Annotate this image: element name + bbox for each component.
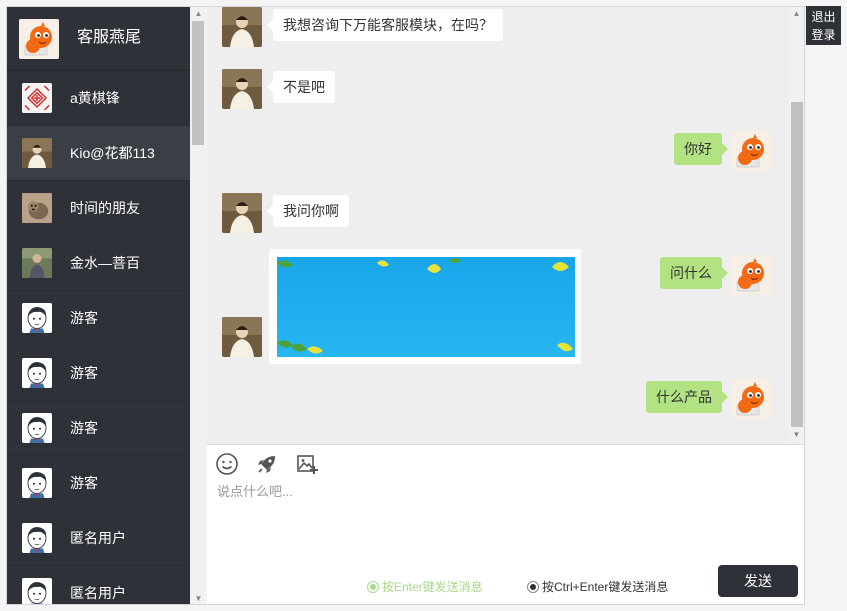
contact-name: 时间的朋友 [70, 200, 140, 216]
messages-scrollbar[interactable]: ▲ ▼ [788, 7, 804, 444]
composer-toolbar [215, 452, 335, 476]
contact-name: a黄棋锋 [70, 90, 120, 106]
my-avatar [731, 131, 771, 171]
message-bubble: 什么产品 [646, 381, 728, 413]
contact-item[interactable]: 游客 [7, 346, 190, 401]
contact-item[interactable]: 时间的朋友 [7, 181, 190, 236]
messages-scroll-thumb[interactable] [791, 102, 803, 427]
contact-item[interactable]: 金水—菩百 [7, 236, 190, 291]
radio-enter-dot [370, 583, 376, 590]
smiley-icon[interactable] [215, 452, 239, 476]
radio-ctrl-enter[interactable] [527, 580, 539, 593]
message-input[interactable] [217, 481, 787, 561]
contact-item[interactable]: a黄棋锋 [7, 71, 190, 126]
sky-leaves-image [277, 257, 575, 357]
contact-name: 匿名用户 [70, 585, 126, 601]
contact-item[interactable]: 游客 [7, 291, 190, 346]
sidebar-scrollbar[interactable]: ▲ ▼ [190, 7, 207, 604]
current-user-avatar [19, 18, 59, 59]
rocket-icon[interactable] [255, 452, 279, 476]
contact-sidebar: 客服燕尾 a黄棋锋 Kio@花都113 时间的朋友 金水—菩百 游客 游客 游客… [7, 7, 190, 604]
contact-item[interactable]: 游客 [7, 401, 190, 456]
contact-name: 游客 [70, 420, 98, 436]
contact-name: 匿名用户 [70, 530, 126, 546]
sender-avatar [222, 69, 262, 109]
contact-name: Kio@花都113 [70, 145, 155, 161]
message-image[interactable] [269, 249, 581, 364]
contact-item[interactable]: 匿名用户 [7, 511, 190, 566]
message-bubble: 不是吧 [267, 71, 335, 103]
sender-avatar [222, 317, 262, 357]
contact-item-active[interactable]: Kio@花都113 [7, 126, 190, 181]
current-user-name: 客服燕尾 [77, 28, 142, 46]
current-user: 客服燕尾 [7, 7, 190, 71]
contact-avatar [22, 468, 52, 498]
my-avatar [731, 255, 771, 295]
logout-button[interactable]: 退出 登录 [806, 6, 841, 45]
radio-enter[interactable] [367, 580, 379, 593]
message-bubble: 我想咨询下万能客服模块，在吗？ [267, 9, 503, 41]
scroll-up-icon[interactable]: ▲ [788, 7, 804, 21]
scroll-down-icon[interactable]: ▼ [190, 592, 207, 604]
contact-avatar [22, 138, 52, 168]
sender-avatar [222, 7, 262, 47]
contact-name: 游客 [70, 365, 98, 381]
contact-avatar [22, 578, 52, 604]
send-mode-enter-label: 按Enter键发送消息 [382, 580, 483, 594]
sender-avatar [222, 193, 262, 233]
contact-name: 金水—菩百 [70, 255, 140, 271]
chat-app: 客服燕尾 a黄棋锋 Kio@花都113 时间的朋友 金水—菩百 游客 游客 游客… [6, 6, 805, 605]
send-button[interactable]: 发送 [718, 565, 798, 597]
send-mode-enter-option[interactable]: 按Enter键发送消息 [367, 578, 483, 595]
scroll-down-icon[interactable]: ▼ [788, 428, 804, 442]
message-bubble: 你好 [674, 133, 728, 165]
radio-ctrl-enter-dot [530, 583, 536, 590]
scroll-up-icon[interactable]: ▲ [190, 7, 207, 21]
contact-item[interactable]: 游客 [7, 456, 190, 511]
image-add-icon[interactable] [295, 452, 319, 476]
contact-item[interactable]: 匿名用户 [7, 566, 190, 604]
contact-avatar [22, 358, 52, 388]
sidebar-scroll-thumb[interactable] [192, 21, 204, 145]
contact-avatar [22, 413, 52, 443]
contact-avatar [22, 83, 52, 113]
contact-name: 游客 [70, 310, 98, 326]
contact-avatar [22, 193, 52, 223]
contact-name: 游客 [70, 475, 98, 491]
message-list: 我想咨询下万能客服模块，在吗？ 不是吧 你好 我问你啊 问什么 什么产品 [207, 7, 788, 444]
message-composer: 按Enter键发送消息 按Ctrl+Enter键发送消息 发送 [207, 444, 804, 604]
contact-avatar [22, 248, 52, 278]
message-bubble: 我问你啊 [267, 195, 349, 227]
contact-avatar [22, 523, 52, 553]
logout-label: 退出 登录 [811, 10, 836, 42]
contact-avatar [22, 303, 52, 333]
send-mode-ctrl-enter-label: 按Ctrl+Enter键发送消息 [542, 580, 669, 594]
my-avatar [731, 379, 771, 419]
send-mode-ctrl-enter-option[interactable]: 按Ctrl+Enter键发送消息 [527, 578, 668, 595]
message-bubble: 问什么 [660, 257, 728, 289]
